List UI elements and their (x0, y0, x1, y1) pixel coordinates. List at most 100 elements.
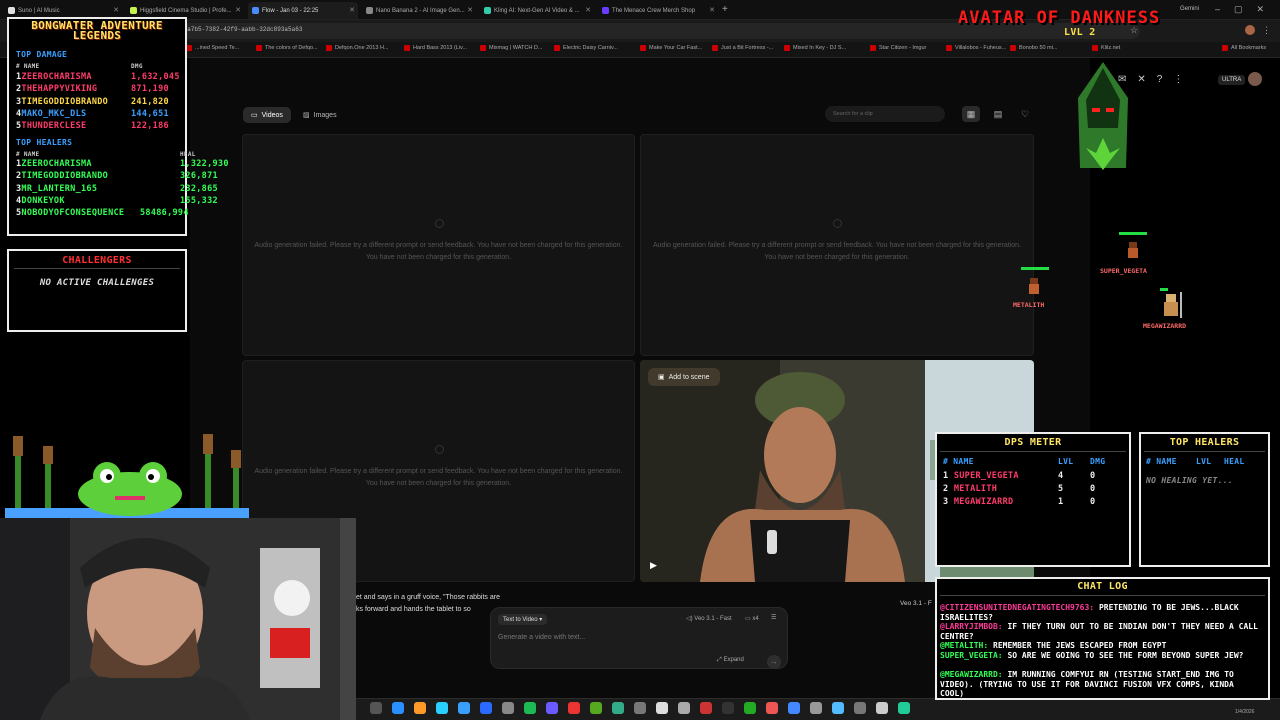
game-title: AVATAR OF DANKNESS (958, 8, 1161, 28)
failed-clip-card[interactable]: Audio generation failed. Please try a di… (242, 134, 635, 356)
add-to-scene-button[interactable]: ▣ Add to scene (648, 368, 720, 386)
no-challenges-text: NO ACTIVE CHALLENGES (39, 278, 155, 288)
taskbar-app-icon[interactable] (810, 702, 822, 714)
window-controls[interactable]: –▢✕ (1215, 4, 1278, 15)
taskbar-app-icon[interactable] (788, 702, 800, 714)
taskbar-app-icon[interactable] (392, 702, 404, 714)
chat-username: @METALITH: (940, 641, 989, 650)
favicon-icon (602, 7, 609, 14)
favorites-icon[interactable]: ♡ (1016, 106, 1034, 122)
error-message: Audio generation failed. Please try a di… (651, 240, 1023, 264)
prompt-line: et and says in a gruff voice, "Those rab… (356, 594, 500, 601)
bookmark-item[interactable]: Defqon.One 2013 H... (326, 45, 389, 51)
image-icon: ▨ (303, 112, 310, 119)
model-select[interactable]: ◁) Veo 3.1 - Fast (686, 615, 732, 622)
settings-icon[interactable]: ☰ (771, 614, 776, 621)
super-vegeta-sprite (1128, 242, 1138, 258)
tab-label: Flow - Jan 03 - 22:25 (262, 7, 319, 14)
leaderboard-row: 2THEHAPPYVIKING (16, 84, 97, 94)
bookmark-item[interactable]: Klilz.net (1092, 45, 1120, 51)
close-icon[interactable]: ✕ (113, 6, 119, 14)
list-view-icon[interactable]: ▤ (989, 106, 1007, 122)
taskbar-app-icon[interactable] (876, 702, 888, 714)
close-icon[interactable]: ✕ (467, 6, 473, 14)
bookmark-item[interactable]: All Bookmarks (1222, 45, 1266, 51)
taskbar-app-icon[interactable] (612, 702, 624, 714)
bookmark-item[interactable]: The colors of Defqo... (256, 45, 318, 51)
clip-search-input[interactable]: Search for a clip (825, 106, 945, 122)
browser-tab[interactable]: Kling AI: Next-Gen AI Video & ... ✕ (480, 2, 594, 19)
taskbar-app-icon[interactable] (502, 702, 514, 714)
close-icon[interactable]: ✕ (585, 6, 591, 14)
taskbar-app-icon[interactable] (722, 702, 734, 714)
close-icon[interactable]: ✕ (709, 6, 715, 14)
tab-videos[interactable]: ▭ Videos (243, 107, 291, 123)
health-bar (1021, 267, 1049, 270)
close-icon[interactable]: ✕ (235, 6, 241, 14)
taskbar-app-icon[interactable] (678, 702, 690, 714)
output-count[interactable]: ▭ x4 (745, 615, 759, 622)
leaderboard-row: 3TIMEGODDIOBRANDO (16, 97, 108, 107)
taskbar-app-icon[interactable] (370, 702, 382, 714)
taskbar-app-icon[interactable] (590, 702, 602, 714)
tab-images[interactable]: ▨ Images (295, 107, 345, 123)
browser-tab[interactable]: Nano Banana 2 - AI Image Gen... ✕ (362, 2, 476, 19)
name-column-header: # NAME (16, 151, 40, 158)
player-name: THEHAPPYVIKING (21, 84, 98, 95)
taskbar-app-icon[interactable] (436, 702, 448, 714)
health-bar (1119, 232, 1147, 235)
bookmark-item[interactable]: Make Your Car Fast... (640, 45, 702, 51)
taskbar-app-icon[interactable] (832, 702, 844, 714)
top-healers-title: TOP HEALERS (1169, 437, 1240, 448)
bookmark-item[interactable]: Just a Bit Fortress -... (712, 45, 773, 51)
menu-icon[interactable]: ⋮ (1262, 25, 1271, 36)
browser-tab[interactable]: Flow - Jan 03 - 22:25 ✕ (248, 2, 358, 19)
expand-button[interactable]: ⤢ Expand (717, 657, 744, 664)
taskbar-app-icon[interactable] (854, 702, 866, 714)
player-name: MEGAWIZARRD (953, 496, 1014, 507)
bookmark-item[interactable]: Hard Bass 2013 (Liv... (404, 45, 467, 51)
taskbar-app-icon[interactable] (546, 702, 558, 714)
send-icon[interactable]: → (767, 655, 781, 669)
favicon-icon (130, 7, 137, 14)
close-icon[interactable]: ✕ (349, 6, 355, 14)
url-text: a3a7b5-7382-42f9-aabb-32dc893a5a63 (180, 26, 303, 33)
bookmark-item[interactable]: Mixmag | WATCH D... (480, 45, 542, 51)
bookmark-item[interactable]: ...ined Speed Te... (186, 45, 239, 51)
taskbar-app-icon[interactable] (898, 702, 910, 714)
taskbar-app-icon[interactable] (458, 702, 470, 714)
expand-label: Expand (723, 657, 744, 663)
browser-tab[interactable]: The Menace Crew Merch Shop ✕ (598, 2, 718, 19)
bookmark-icon (404, 45, 410, 51)
taskbar-app-icon[interactable] (480, 702, 492, 714)
mode-select[interactable]: Text to Video ▾ (498, 614, 548, 625)
taskbar-app-icon[interactable] (414, 702, 426, 714)
dps-meter-title: DPS METER (1004, 437, 1062, 448)
gemini-button[interactable]: Gemini (1180, 6, 1199, 12)
bookmark-item[interactable]: Villalobos - Fuheus... (946, 45, 1006, 51)
bookmark-icon (784, 45, 790, 51)
play-icon[interactable]: ▶ (650, 560, 657, 571)
bookmark-label: Hard Bass 2013 (Liv... (413, 45, 468, 51)
bookmark-item[interactable]: Bonobo 50 mi... (1010, 45, 1058, 51)
taskbar-app-icon[interactable] (656, 702, 668, 714)
heal-value: 58486,994 (140, 208, 189, 219)
new-tab-button[interactable]: + (722, 4, 728, 15)
bookmark-item[interactable]: Electric Daisy Carniv... (554, 45, 618, 51)
bookmark-item[interactable]: Mixed In Key - DJ S... (784, 45, 846, 51)
taskbar-app-icon[interactable] (700, 702, 712, 714)
taskbar-app-icon[interactable] (744, 702, 756, 714)
taskbar-app-icon[interactable] (766, 702, 778, 714)
player-name: ZEEROCHARISMA (21, 72, 92, 82)
prompt-input[interactable]: Generate a video with text... (498, 634, 585, 641)
grid-view-icon[interactable]: ▦ (962, 106, 980, 122)
avatar[interactable] (1245, 25, 1255, 35)
level-value: 4 (1058, 471, 1064, 481)
failed-clip-card[interactable]: Audio generation failed. Please try a di… (640, 134, 1034, 356)
user-avatar[interactable] (1248, 72, 1262, 86)
taskbar-app-icon[interactable] (568, 702, 580, 714)
bookmark-item[interactable]: Star Citizen - Imgur (870, 45, 926, 51)
taskbar-app-icon[interactable] (524, 702, 536, 714)
taskbar-app-icon[interactable] (634, 702, 646, 714)
error-line: You have not been charged for this gener… (764, 254, 910, 261)
